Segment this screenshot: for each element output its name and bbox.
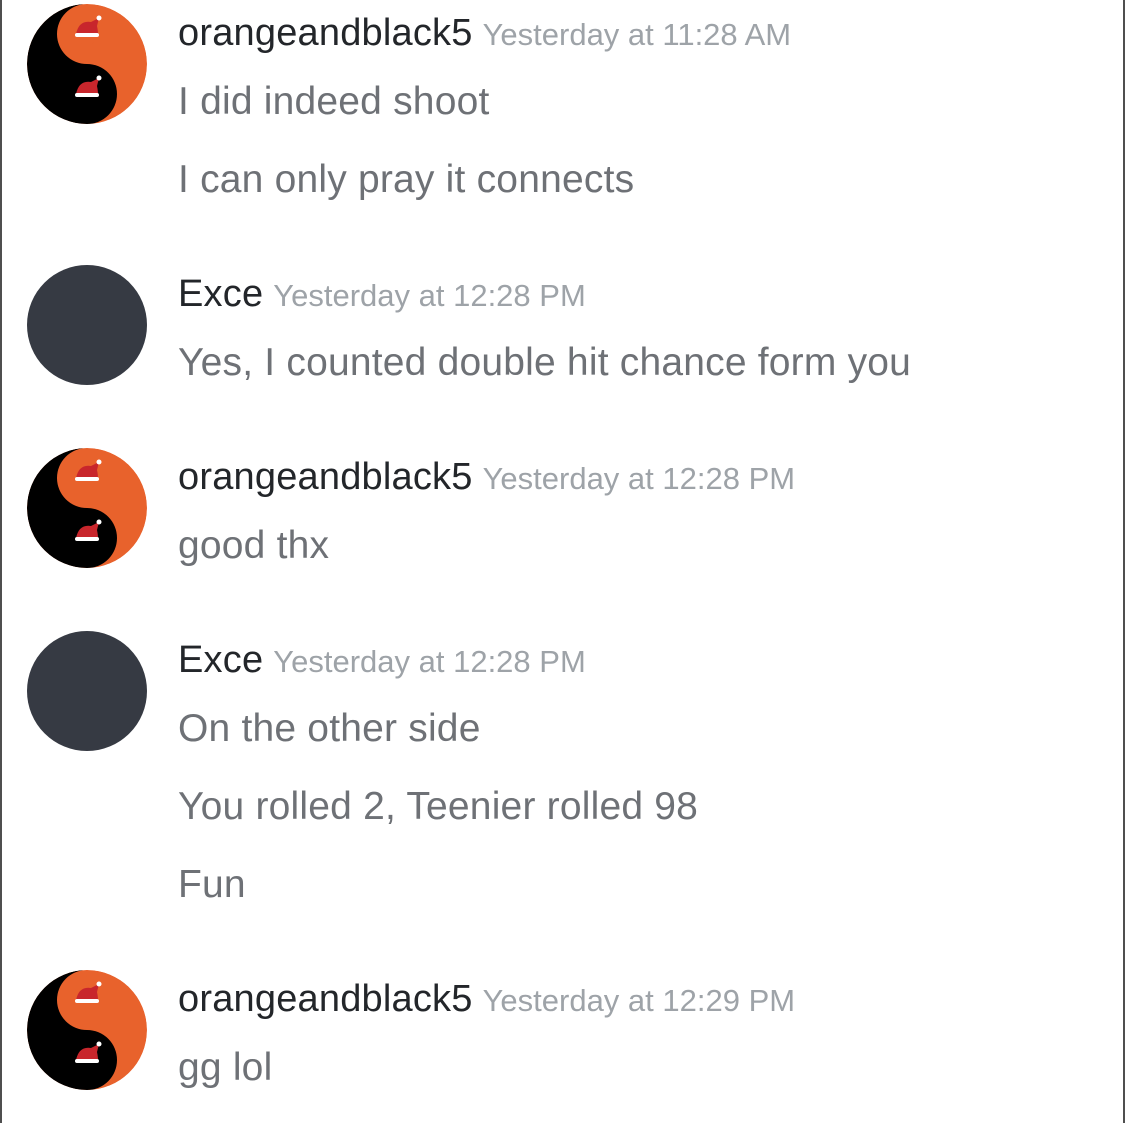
- username[interactable]: orangeandblack5: [178, 978, 473, 1020]
- message-text: Yes, I counted double hit chance form yo…: [178, 341, 912, 384]
- user-avatar[interactable]: [27, 4, 147, 124]
- user-avatar[interactable]: [27, 265, 147, 385]
- message-header: orangeandblack5 Yesterday at 12:28 PM: [178, 456, 795, 499]
- yin-yang-santa-icon: [27, 970, 147, 1090]
- message-text: On the other side: [178, 707, 481, 750]
- yin-yang-santa-icon: [27, 448, 147, 568]
- timestamp[interactable]: Yesterday at 12:28 PM: [273, 278, 586, 313]
- message-header: orangeandblack5 Yesterday at 11:28 AM: [178, 12, 791, 55]
- user-avatar[interactable]: [27, 631, 147, 751]
- username[interactable]: Exce: [178, 639, 263, 681]
- message-header: Exce Yesterday at 12:28 PM: [178, 273, 586, 316]
- message-text: gg lol: [178, 1046, 273, 1089]
- message-text: I can only pray it connects: [178, 158, 635, 201]
- timestamp[interactable]: Yesterday at 11:28 AM: [483, 17, 792, 52]
- user-avatar[interactable]: [27, 970, 147, 1090]
- username[interactable]: Exce: [178, 273, 263, 315]
- user-avatar[interactable]: [27, 448, 147, 568]
- window-border-left: [0, 0, 2, 1123]
- message-header: orangeandblack5 Yesterday at 12:29 PM: [178, 978, 795, 1021]
- message-header: Exce Yesterday at 12:28 PM: [178, 639, 586, 682]
- message-text: You rolled 2, Teenier rolled 98: [178, 785, 699, 828]
- username[interactable]: orangeandblack5: [178, 456, 473, 498]
- timestamp[interactable]: Yesterday at 12:28 PM: [273, 644, 586, 679]
- message-text: good thx: [178, 524, 330, 567]
- message-text: I did indeed shoot: [178, 80, 490, 123]
- timestamp[interactable]: Yesterday at 12:29 PM: [483, 983, 796, 1018]
- timestamp[interactable]: Yesterday at 12:28 PM: [483, 461, 796, 496]
- yin-yang-santa-icon: [27, 4, 147, 124]
- message-text: Fun: [178, 863, 246, 906]
- username[interactable]: orangeandblack5: [178, 12, 473, 54]
